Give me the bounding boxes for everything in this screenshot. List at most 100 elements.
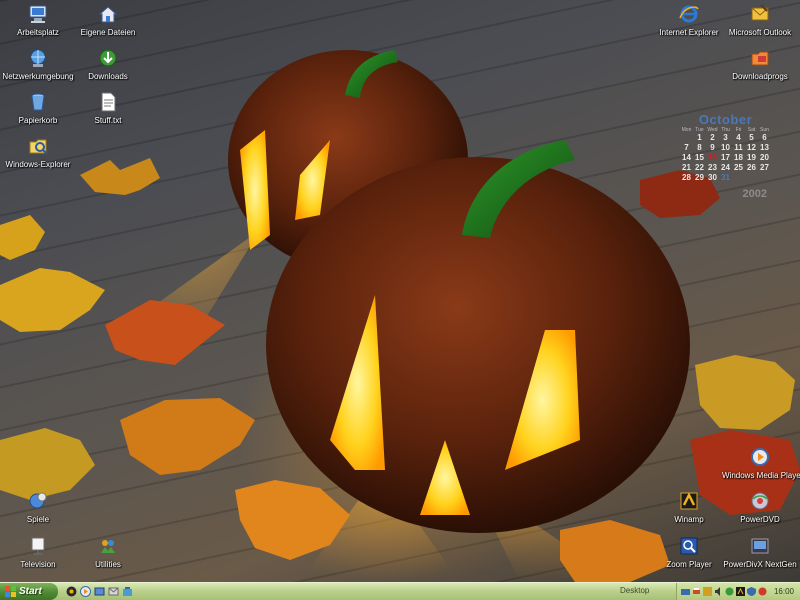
desktop-icon-label: Windows Media Player	[722, 471, 800, 480]
network-tray-icon[interactable]	[681, 587, 690, 596]
maple-leaf	[120, 398, 255, 475]
calendar-day	[732, 173, 745, 183]
media-player-ql-icon[interactable]	[80, 586, 91, 597]
calendar-day: 7	[684, 143, 689, 152]
outlook-ql-icon[interactable]	[108, 586, 119, 597]
calendar-day: 6	[762, 133, 767, 142]
desktop-icon-downloadprogs[interactable]: Downloadprogs	[722, 47, 798, 82]
desktop-icon-label: Television	[20, 560, 56, 569]
calendar-day: 22	[695, 163, 704, 172]
calendar-day: 20	[760, 153, 769, 162]
network-places-icon	[30, 49, 46, 67]
desktop-icon-label: Winamp	[674, 515, 704, 524]
calendar-day: 27	[760, 163, 769, 172]
desktop-icon-spiele[interactable]: Spiele	[0, 490, 76, 525]
desktop-icon-downloads[interactable]: Downloads	[70, 47, 146, 82]
desktop-icon-television[interactable]: Television	[0, 535, 76, 570]
calendar-day: 8	[697, 143, 702, 152]
desktop-icon-powerdivx-nextgen[interactable]: PowerDivX NextGen	[722, 535, 798, 570]
desktop-icon-label: Downloads	[88, 72, 128, 81]
calendar-day: 13	[760, 143, 769, 152]
calendar-week-row: 14 15 16 17 18 19 20	[678, 153, 773, 163]
maple-leaf	[0, 215, 45, 260]
calendar-week-row: 123456	[678, 133, 773, 143]
desktop-icon-label: Spiele	[26, 515, 50, 524]
calendar-day: 24	[721, 163, 730, 172]
desktop-icon-powerdvd[interactable]: PowerDVD	[722, 490, 798, 525]
shield-tray-icon[interactable]	[747, 587, 756, 596]
calendar-widget: October Mon Tue Wed Thu Fri Sat Sun 1234567891…	[678, 112, 773, 200]
desktop-icon-label: Internet Explorer	[659, 28, 719, 37]
calendar-day: 18	[734, 153, 743, 162]
calendar-day: 29	[695, 173, 704, 182]
desktop-icon-label: PowerDivX NextGen	[723, 560, 797, 569]
my-documents-icon	[98, 6, 118, 23]
calendar-day: 16	[708, 153, 717, 162]
calendar-week-row: 28 29 30 31	[678, 173, 773, 183]
desktop-icon-label: Stuff.txt	[94, 116, 122, 125]
calendar-day: 23	[708, 163, 717, 172]
show-desktop-icon[interactable]	[94, 586, 105, 597]
desktop-toolbar-label[interactable]: Desktop	[620, 586, 649, 595]
desktop-icon-microsoft-outlook[interactable]: Microsoft Outlook	[722, 3, 798, 38]
calendar-year: 2002	[742, 188, 767, 200]
calendar-week-row: 7 8 9 10 11 12 13	[678, 143, 773, 153]
calendar-week-row: 21 22 23 24 25 26 27	[678, 163, 773, 173]
desktop-icon-internet-explorer[interactable]: Internet Explorer	[651, 3, 727, 38]
printer-tray-icon[interactable]	[692, 587, 701, 596]
calendar-day: 12	[747, 143, 756, 152]
explorer-ql-icon[interactable]	[122, 586, 133, 597]
desktop-icon-netzwerkumgebung[interactable]: Netzwerkumgebung	[0, 47, 76, 82]
recycle-bin-icon	[31, 93, 45, 111]
start-label: Start	[19, 586, 42, 597]
calendar-day: 17	[721, 153, 730, 162]
calendar-day: 25	[734, 163, 743, 172]
calendar-day: 11	[734, 143, 743, 152]
winamp-icon	[680, 492, 698, 510]
desktop-icon-label: Microsoft Outlook	[728, 28, 792, 37]
calendar-day: 21	[682, 163, 691, 172]
calendar-day: 3	[723, 133, 728, 142]
desktop-icon-winamp[interactable]: Winamp	[651, 490, 727, 525]
zoom-player-icon	[680, 537, 698, 555]
update-tray-icon[interactable]	[758, 587, 767, 596]
maple-leaf	[80, 158, 160, 195]
taskbar[interactable]: Start Desktop 16:00	[0, 582, 800, 600]
powerdivx-icon	[751, 538, 769, 554]
start-button[interactable]: Start	[0, 583, 58, 600]
antivirus-tray-icon[interactable]	[703, 587, 712, 596]
desktop-icon-label: Windows-Explorer	[5, 160, 71, 169]
calendar-day: 31	[721, 173, 730, 182]
utilities-icon	[101, 540, 115, 553]
calendar-day: 30	[708, 173, 717, 182]
outlook-icon	[751, 4, 769, 21]
desktop-icon-label: Arbeitsplatz	[17, 28, 59, 37]
desktop-icon-papierkorb[interactable]: Papierkorb	[0, 91, 76, 126]
downloads-folder-icon	[99, 49, 117, 67]
calendar-day	[680, 133, 693, 143]
clock[interactable]: 16:00	[774, 587, 794, 596]
calendar-day	[745, 173, 758, 183]
powerdvd-icon	[751, 492, 769, 510]
volume-tray-icon[interactable]	[714, 587, 723, 596]
desktop-icon-stuff-txt[interactable]: Stuff.txt	[70, 91, 146, 126]
desktop-icon-eigene-dateien[interactable]: Eigene Dateien	[70, 3, 146, 38]
calendar-day: 10	[721, 143, 730, 152]
desktop-icon-arbeitsplatz[interactable]: Arbeitsplatz	[0, 3, 76, 38]
my-computer-icon	[29, 5, 47, 23]
winamp-tray-icon[interactable]	[736, 587, 745, 596]
maple-leaf	[0, 268, 105, 332]
television-icon	[31, 537, 45, 555]
calendar-day: 28	[682, 173, 691, 182]
windows-logo-icon	[5, 586, 16, 597]
msn-tray-icon[interactable]	[725, 587, 734, 596]
desktop-icon-zoom-player[interactable]: Zoom Player	[651, 535, 727, 570]
desktop-icon-utilities[interactable]: Utilities	[70, 535, 146, 570]
calendar-day: 26	[747, 163, 756, 172]
desktop-icon-windows-media-player[interactable]: Windows Media Player	[722, 446, 800, 481]
winamp-ql-icon[interactable]	[66, 586, 77, 597]
desktop[interactable]: Arbeitsplatz Eigene Dateien Netzwerkumge…	[0, 0, 800, 582]
desktop-icon-windows-explorer[interactable]: Windows-Explorer	[0, 135, 76, 170]
system-tray: 16:00	[676, 583, 800, 600]
calendar-day: 15	[695, 153, 704, 162]
